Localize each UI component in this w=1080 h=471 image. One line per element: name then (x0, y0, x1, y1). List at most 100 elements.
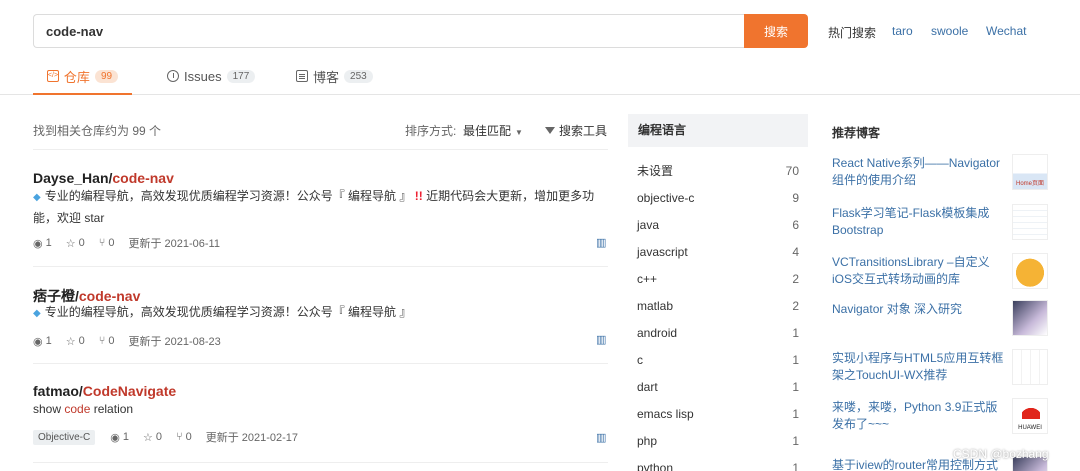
search-button[interactable]: 搜索 (744, 14, 808, 48)
language-filter-item[interactable]: dart 1 (628, 373, 808, 400)
tab-label: 博客 (313, 69, 340, 85)
repo-item: fatmao/CodeNavigate show code relation O… (33, 363, 608, 463)
language-name: objective-c (637, 190, 695, 205)
language-name: python (637, 460, 674, 471)
repo-description: ◆ 专业的编程导航，高效发现优质编程学习资源！公众号『 编程导航 』 (33, 302, 608, 324)
language-filter-item[interactable]: python 1 (628, 454, 808, 471)
hot-search-link-swoole[interactable]: swoole (931, 24, 968, 38)
language-filter-item[interactable]: c1 (628, 346, 808, 373)
star-count: ☆ 0 (143, 431, 162, 444)
language-tag[interactable]: Objective-C (33, 429, 96, 445)
search-input[interactable] (33, 14, 745, 48)
language-count: 1 (792, 460, 799, 471)
table-screenshot-thumb[interactable] (1012, 204, 1048, 240)
star-count-value: 0 (78, 237, 85, 249)
repo-owner: Dayse_Han/ (33, 170, 113, 186)
sort-label: 排序方式: (405, 124, 457, 138)
repo-name: code-nav (112, 170, 174, 186)
watch-count: ◉ 1 (33, 335, 52, 348)
blog-title-link[interactable]: Flask学习笔记-Flask模板集成Bootstrap (832, 205, 1004, 239)
repo-description: show code relation (33, 399, 608, 420)
repo-description: ◆ 专业的编程导航，高效发现优质编程学习资源！公众号『 编程导航 』 !! 近期代… (33, 186, 608, 229)
stats-icon[interactable]: ▥ (596, 333, 606, 346)
anime-avatar-thumb[interactable] (1012, 300, 1048, 336)
language-filter-item[interactable]: c++ 2 (628, 265, 808, 292)
updated-date: 更新于 2021-06-11 (128, 238, 220, 250)
search-tools-label: 搜索工具 (559, 124, 608, 138)
language-filter-item[interactable]: java 6 (628, 211, 808, 238)
language-count: 2 (792, 271, 799, 286)
search-tools-button[interactable]: 搜索工具 (545, 122, 607, 139)
tab-count-badge: 177 (226, 69, 256, 83)
repo-title[interactable]: Dayse_Han/code-nav (33, 170, 174, 186)
home-page-thumb[interactable]: Home页面 (1012, 154, 1048, 190)
watch-count-value: 1 (45, 237, 52, 249)
repo-name: Navigate (117, 383, 177, 399)
tab-repositories[interactable]: </> 仓库 99 (33, 58, 132, 95)
hot-search-link-wechat[interactable]: Wechat (986, 24, 1026, 38)
grid-thumb[interactable] (1012, 349, 1048, 385)
star-icon: ☆ (65, 237, 76, 250)
cartoon-avatar-thumb[interactable] (1012, 253, 1048, 289)
tab-label: Issues (184, 68, 222, 84)
language-count: 4 (792, 244, 799, 259)
stats-icon[interactable]: ▥ (596, 236, 606, 249)
huawei-logo-thumb[interactable]: HUAWEI (1012, 398, 1048, 434)
language-filter-item[interactable]: php 1 (628, 427, 808, 454)
tab-count-badge: 99 (94, 69, 119, 83)
repo-description-text: 专业的编程导航，高效发现优质编程学习资源！公众号『 编程导航 』 (44, 189, 412, 203)
blog-title-link[interactable]: VCTransitionsLibrary –自定义iOS交互式转场动画的库 (832, 254, 1004, 288)
eye-icon: ◉ (110, 431, 120, 444)
fork-icon: ⑂ (175, 431, 183, 443)
stats-icon[interactable]: ▥ (596, 431, 606, 444)
star-icon: ☆ (65, 335, 76, 348)
repo-description-text: 专业的编程导航，高效发现优质编程学习资源！公众号『 编程导航 』 (44, 305, 412, 319)
issue-icon (167, 70, 179, 82)
blog-title-link[interactable]: 实现小程序与HTML5应用互转框架之TouchUI-WX推荐 (832, 350, 1004, 384)
star-icon: ☆ (142, 431, 153, 444)
blog-title-link[interactable]: 来喽，来喽，Python 3.9正式版发布了~~~ (832, 399, 1004, 433)
language-name: javascript (637, 244, 688, 259)
repo-title[interactable]: fatmao/CodeNavigate (33, 383, 176, 399)
sort-dropdown[interactable]: 最佳匹配 ▼ (463, 122, 523, 139)
repo-item: 痞子橙/code-nav ◆ 专业的编程导航，高效发现优质编程学习资源！公众号『 … (33, 266, 608, 363)
tab-issues[interactable]: Issues 177 (167, 58, 256, 94)
thumb-caption: HUAWEI (1018, 425, 1042, 431)
result-count: 找到相关仓库约为 99 个 (33, 124, 162, 138)
watch-count-value: 1 (122, 431, 129, 443)
language-panel-header: 编程语言 (628, 114, 808, 147)
repo-meta: ◉ 1 ☆ 0 ⑂ 0 更新于 2021-08-23 (33, 333, 235, 349)
language-filter-item[interactable]: emacs lisp 1 (628, 400, 808, 427)
eye-icon: ◉ (33, 237, 43, 250)
tab-blogs[interactable]: 博客 253 (296, 58, 373, 94)
watch-count: ◉ 1 (110, 431, 129, 444)
blog-title-link[interactable]: React Native系列——Navigator组件的使用介绍 (832, 155, 1004, 189)
blog-title-link[interactable]: Navigator 对象 深入研究 (832, 301, 1004, 318)
repo-description-highlight: code (64, 402, 91, 416)
fork-count: ⑂ 0 (99, 237, 115, 249)
language-count: 9 (792, 190, 799, 205)
updated-date: 更新于 2021-02-17 (205, 432, 299, 444)
code-icon: </> (46, 70, 59, 82)
divider (33, 462, 608, 463)
language-filter-panel: 编程语言 未设置 70 objective-c 9 java 6 javascript 4 c+… (628, 114, 808, 471)
star-count: ☆ 0 (66, 237, 85, 250)
tab-label: 仓库 (63, 69, 90, 85)
fork-icon: ⑂ (98, 237, 106, 249)
tab-count-badge: 253 (344, 69, 373, 83)
blog-icon (296, 70, 308, 82)
repo-owner: fatmao/ (33, 383, 83, 399)
language-filter-item[interactable]: javascript 4 (628, 238, 808, 265)
language-filter-item[interactable]: 未设置 70 (628, 157, 808, 184)
watch-count-value: 1 (45, 335, 52, 347)
repo-meta: ◉ 1 ☆ 0 ⑂ 0 更新于 2021-06-11 (33, 235, 234, 251)
language-filter-item[interactable]: android 1 (628, 319, 808, 346)
star-count-value: 0 (78, 335, 85, 347)
hot-search-link-taro[interactable]: taro (892, 24, 913, 38)
language-name: c (637, 352, 643, 367)
language-filter-item[interactable]: objective-c 9 (628, 184, 808, 211)
language-count: 1 (792, 352, 799, 367)
language-count: 1 (792, 379, 799, 394)
language-count: 6 (792, 217, 799, 232)
language-filter-item[interactable]: matlab 2 (628, 292, 808, 319)
